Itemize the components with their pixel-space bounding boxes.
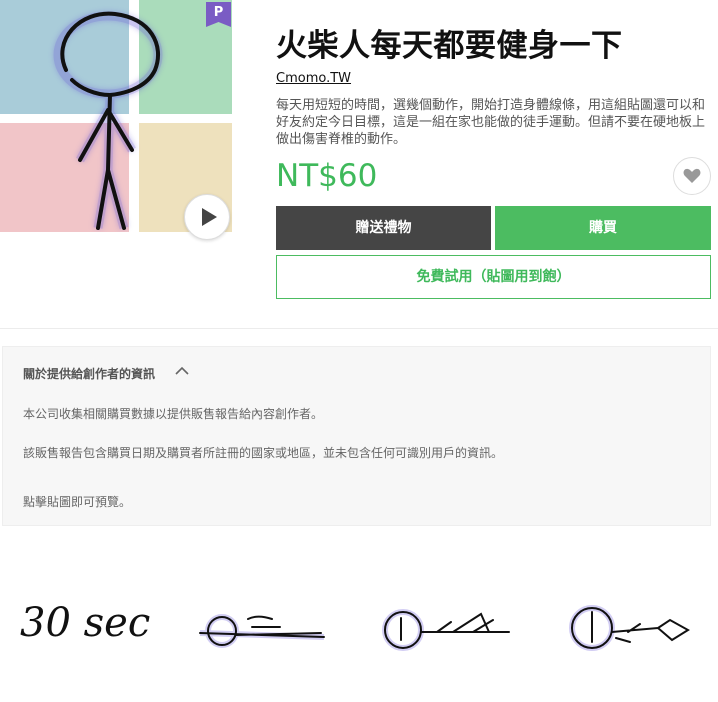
heart-icon <box>683 168 701 183</box>
gift-button[interactable]: 贈送禮物 <box>276 206 491 250</box>
sticker-preview-plank[interactable] <box>381 604 513 654</box>
author-link[interactable]: Cmomo.TW <box>276 71 351 86</box>
info-line-2: 該販售報告包含購買日期及購買者所註冊的國家或地區，並未包含任何可識別用戶的資訊。 <box>23 446 504 460</box>
favorite-button[interactable] <box>673 157 711 195</box>
product-price: NT$60 <box>276 158 378 194</box>
play-icon <box>202 208 217 226</box>
sticker-preview-time-text: 30 sec <box>20 600 151 646</box>
section-divider <box>0 328 718 329</box>
chevron-up-icon[interactable] <box>175 366 189 376</box>
play-button[interactable] <box>184 194 230 240</box>
product-description: 每天用短短的時間，選幾個動作，開始打造身體線條，用這組貼圖還可以和好友約定今日目… <box>276 98 706 147</box>
sticker-preview-pushup[interactable] <box>566 602 694 656</box>
info-line-1: 本公司收集相關購買數據以提供販售報告給內容創作者。 <box>23 407 324 421</box>
creator-info-header[interactable]: 關於提供給創作者的資訊 <box>23 365 155 382</box>
info-line-3: 點擊貼圖即可預覽。 <box>23 495 132 509</box>
sticker-preview-lying[interactable] <box>196 605 328 651</box>
product-title: 火柴人每天都要健身一下 <box>276 28 623 64</box>
free-trial-button[interactable]: 免費試用（貼圖用到飽） <box>276 255 711 299</box>
buy-button[interactable]: 購買 <box>495 206 711 250</box>
creator-info-panel: 關於提供給創作者的資訊 本公司收集相關購買數據以提供販售報告給內容創作者。 該販… <box>2 346 711 526</box>
